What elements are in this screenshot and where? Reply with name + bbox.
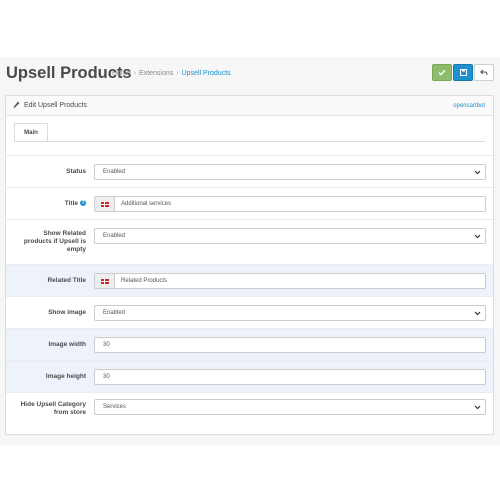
hide-category-select[interactable]: Services xyxy=(94,399,486,415)
breadcrumb-current[interactable]: Upsell Products xyxy=(182,70,231,77)
title-input[interactable]: Additional services xyxy=(94,196,486,212)
check-icon xyxy=(438,69,446,76)
chevron-down-icon xyxy=(474,311,481,316)
brand-link[interactable]: opencartbot xyxy=(453,103,485,109)
language-addon xyxy=(95,197,115,211)
status-label: Status xyxy=(66,168,86,175)
status-value: Enabled xyxy=(103,169,126,175)
panel-heading: Edit Upsell Products opencartbot xyxy=(6,96,493,116)
flag-icon xyxy=(100,201,109,207)
image-width-value: 30 xyxy=(103,342,110,348)
form-row-title: Title? Additional services xyxy=(6,187,493,219)
reply-icon xyxy=(480,69,488,76)
show-related-label: Show Related products if Upsell is empty xyxy=(23,230,86,253)
save-button[interactable] xyxy=(432,64,452,81)
image-height-label: Image height xyxy=(45,373,86,380)
show-related-value: Enabled xyxy=(103,233,126,239)
form-row-hide-category: Hide Upsell Category from store Services xyxy=(6,392,493,432)
tab-divider xyxy=(14,141,485,142)
panel-title: Edit Upsell Products xyxy=(24,102,88,109)
chevron-down-icon xyxy=(474,170,481,175)
save-icon xyxy=(459,69,467,76)
show-image-value: Enabled xyxy=(103,310,126,316)
show-image-label: Show image xyxy=(48,309,86,316)
form-row-related-title: Related Title Related Products xyxy=(6,264,493,296)
show-image-select[interactable]: Enabled xyxy=(94,305,486,321)
flag-icon xyxy=(100,278,109,284)
help-icon[interactable]: ? xyxy=(80,200,86,207)
chevron-down-icon xyxy=(474,405,481,410)
title-value: Additional services xyxy=(121,201,172,207)
form-row-show-image: Show image Enabled xyxy=(6,296,493,328)
breadcrumb-separator: › xyxy=(133,70,137,77)
pencil-icon xyxy=(13,101,20,108)
breadcrumb: Home › Extensions › Upsell Products xyxy=(112,70,231,77)
apply-button[interactable] xyxy=(453,64,473,81)
back-button[interactable] xyxy=(474,64,494,81)
related-title-input[interactable]: Related Products xyxy=(94,273,486,289)
title-label-text: Title xyxy=(64,200,78,207)
image-width-label: Image width xyxy=(48,341,86,348)
form-row-image-width: Image width 30 xyxy=(6,328,493,360)
hide-category-label: Hide Upsell Category from store xyxy=(20,401,86,416)
breadcrumb-home[interactable]: Home xyxy=(112,70,131,77)
image-width-input[interactable]: 30 xyxy=(94,337,486,353)
image-height-value: 30 xyxy=(103,374,110,380)
edit-panel: Edit Upsell Products opencartbot Main St… xyxy=(5,95,494,435)
status-select[interactable]: Enabled xyxy=(94,164,486,180)
form-row-image-height: Image height 30 xyxy=(6,360,493,392)
chevron-down-icon xyxy=(474,234,481,239)
tab-main[interactable]: Main xyxy=(14,123,48,142)
form-row-status: Status Enabled xyxy=(6,155,493,187)
hide-category-value: Services xyxy=(103,404,127,410)
title-label: Title? xyxy=(14,200,86,208)
related-title-label: Related Title xyxy=(47,277,86,284)
form-row-show-related: Show Related products if Upsell is empty… xyxy=(6,219,493,264)
show-related-select[interactable]: Enabled xyxy=(94,228,486,244)
breadcrumb-separator: › xyxy=(176,70,179,77)
breadcrumb-extensions[interactable]: Extensions xyxy=(139,70,173,77)
language-addon xyxy=(95,274,115,288)
related-title-value: Related Products xyxy=(121,278,168,284)
image-height-input[interactable]: 30 xyxy=(94,369,486,385)
